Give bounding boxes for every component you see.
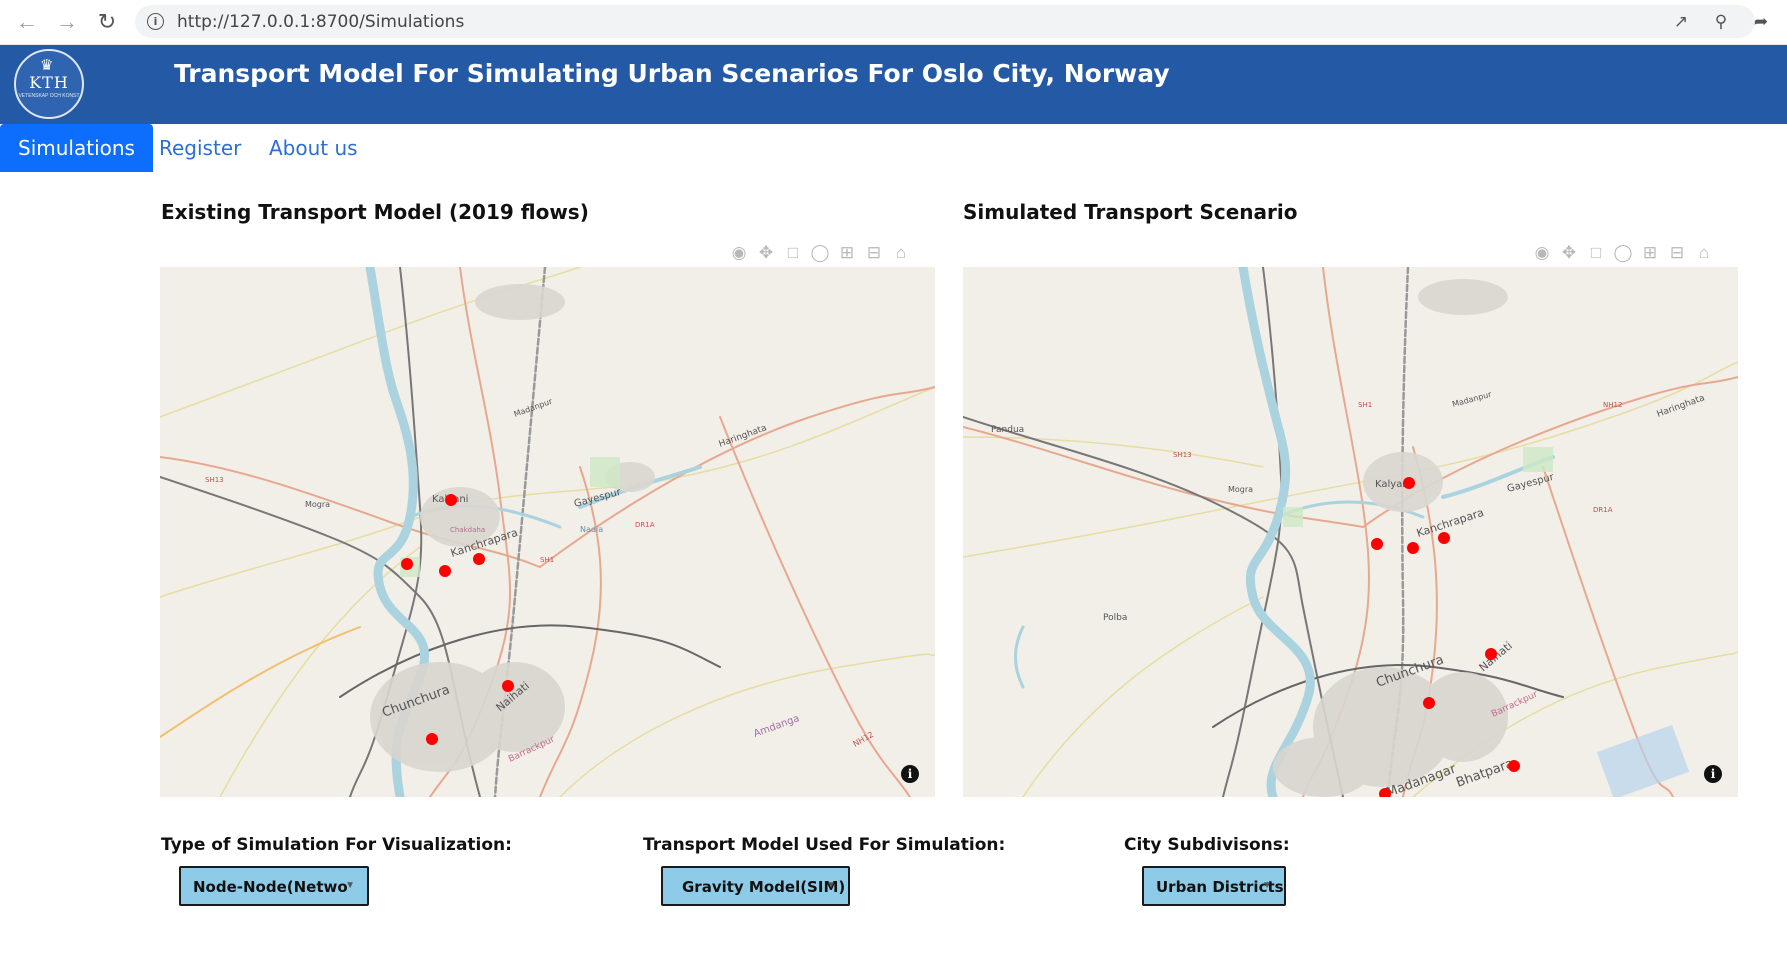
page-title: Transport Model For Simulating Urban Sce… bbox=[174, 59, 1170, 88]
map-marker bbox=[1403, 477, 1415, 489]
map-label: Madanpur bbox=[1451, 390, 1493, 409]
home-icon[interactable]: ⌂ bbox=[1693, 242, 1715, 264]
zoom-in-icon[interactable]: ⊞ bbox=[836, 242, 858, 264]
logo-subtext: VETENSKAP OCH KONST bbox=[18, 93, 80, 99]
transport-model-value[interactable]: Gravity Model(SIM) bbox=[682, 878, 845, 896]
reload-icon[interactable]: ↻ bbox=[94, 9, 120, 35]
info-icon[interactable]: i bbox=[147, 13, 164, 30]
pan-icon[interactable]: ✥ bbox=[755, 242, 777, 264]
map-marker bbox=[473, 553, 485, 565]
chevron-down-icon[interactable]: ▼ bbox=[345, 880, 355, 891]
map-label: Kanchrapara bbox=[1415, 506, 1486, 540]
subdivisions-dropdown[interactable]: Urban Districts ▼ bbox=[1142, 866, 1286, 906]
map-label: Nadia bbox=[580, 525, 603, 534]
map-marker bbox=[401, 558, 413, 570]
lasso-icon[interactable]: ◯ bbox=[809, 242, 831, 264]
kth-logo: ♛ KTH VETENSKAP OCH KONST bbox=[14, 49, 84, 119]
browser-toolbar: ← → ↻ i http://127.0.0.1:8700/Simulation… bbox=[0, 0, 1787, 45]
tab-about-us[interactable]: About us bbox=[251, 124, 376, 172]
map-label: SH13 bbox=[205, 476, 224, 484]
url-text[interactable]: http://127.0.0.1:8700/Simulations bbox=[177, 12, 464, 32]
zoom-out-icon[interactable]: ⊟ bbox=[863, 242, 885, 264]
lasso-icon[interactable]: ◯ bbox=[1612, 242, 1634, 264]
forward-arrow-icon[interactable]: → bbox=[54, 9, 80, 35]
map-marker bbox=[1423, 697, 1435, 709]
map-info-icon[interactable]: i bbox=[901, 765, 919, 783]
box-select-icon[interactable]: □ bbox=[1585, 242, 1607, 264]
map-label: Pandua bbox=[991, 425, 1024, 435]
simulation-type-dropdown[interactable]: Node-Node(Netwo ▼ bbox=[179, 866, 369, 906]
box-select-icon[interactable]: □ bbox=[782, 242, 804, 264]
existing-model-map[interactable]: Kalyani Kanchrapara Gayespur Chunchura N… bbox=[160, 267, 935, 797]
simulation-type-value[interactable]: Node-Node(Netwo bbox=[193, 878, 348, 896]
map-marker bbox=[445, 494, 457, 506]
map-label: DR1A bbox=[1593, 506, 1613, 514]
map-marker bbox=[426, 733, 438, 745]
open-external-icon[interactable]: ↗ bbox=[1670, 11, 1692, 33]
map-label: Mogra bbox=[1228, 485, 1253, 494]
map-label: Madanpur bbox=[513, 396, 555, 418]
map-label: Polba bbox=[1103, 613, 1127, 623]
simulation-type-label: Type of Simulation For Visualization: bbox=[161, 835, 512, 855]
map-label: Amdanga bbox=[752, 713, 801, 740]
right-map-canvas: Kalyani Kanchrapara Gayespur Chunchura N… bbox=[963, 267, 1738, 797]
home-icon[interactable]: ⌂ bbox=[890, 242, 912, 264]
crown-icon: ♛ bbox=[40, 57, 54, 74]
subdivisions-label: City Subdivisons: bbox=[1124, 835, 1290, 855]
map-marker bbox=[1371, 538, 1383, 550]
map-marker bbox=[1438, 532, 1450, 544]
map-marker bbox=[1407, 542, 1419, 554]
map-label: Chakdaha bbox=[450, 526, 485, 534]
map-label: NH12 bbox=[1603, 401, 1622, 409]
pan-icon[interactable]: ✥ bbox=[1558, 242, 1580, 264]
camera-icon[interactable]: ◉ bbox=[1531, 242, 1553, 264]
tab-simulations[interactable]: Simulations bbox=[0, 124, 153, 172]
map-marker bbox=[502, 680, 514, 692]
map-marker bbox=[439, 565, 451, 577]
zoom-out-icon[interactable]: ⊟ bbox=[1666, 242, 1688, 264]
map-label: SH1 bbox=[1358, 401, 1372, 409]
zoom-in-icon[interactable]: ⊞ bbox=[1639, 242, 1661, 264]
right-panel-title: Simulated Transport Scenario bbox=[963, 200, 1298, 224]
logo-text: KTH bbox=[29, 73, 69, 92]
back-arrow-icon[interactable]: ← bbox=[14, 9, 40, 35]
left-panel-title: Existing Transport Model (2019 flows) bbox=[161, 200, 589, 224]
chevron-down-icon[interactable]: ▼ bbox=[826, 880, 836, 891]
app-header: ♛ KTH VETENSKAP OCH KONST Transport Mode… bbox=[0, 45, 1787, 124]
chevron-down-icon[interactable]: ▼ bbox=[1262, 880, 1272, 891]
camera-icon[interactable]: ◉ bbox=[728, 242, 750, 264]
address-bar[interactable]: i http://127.0.0.1:8700/Simulations bbox=[135, 5, 1755, 38]
zoom-icon[interactable]: ⚲ bbox=[1710, 11, 1732, 33]
map-label: Gayespur bbox=[1506, 472, 1556, 495]
map-marker bbox=[1485, 648, 1497, 660]
transport-model-dropdown[interactable]: Gravity Model(SIM) ▼ bbox=[661, 866, 850, 906]
map-label: SH13 bbox=[1173, 451, 1192, 459]
tab-register[interactable]: Register bbox=[141, 124, 259, 172]
map-info-icon[interactable]: i bbox=[1704, 765, 1722, 783]
simulated-scenario-map[interactable]: Kalyani Kanchrapara Gayespur Chunchura N… bbox=[963, 267, 1738, 797]
map-label: DR1A bbox=[635, 521, 655, 529]
map-marker bbox=[1508, 760, 1520, 772]
map-label: SH1 bbox=[540, 556, 554, 564]
map-label: Mogra bbox=[305, 500, 330, 509]
transport-model-label: Transport Model Used For Simulation: bbox=[643, 835, 1006, 855]
share-icon[interactable]: ➦ bbox=[1750, 11, 1772, 33]
left-map-canvas: Kalyani Kanchrapara Gayespur Chunchura N… bbox=[160, 267, 935, 797]
nav-tabs: Simulations Register About us bbox=[0, 124, 1787, 174]
